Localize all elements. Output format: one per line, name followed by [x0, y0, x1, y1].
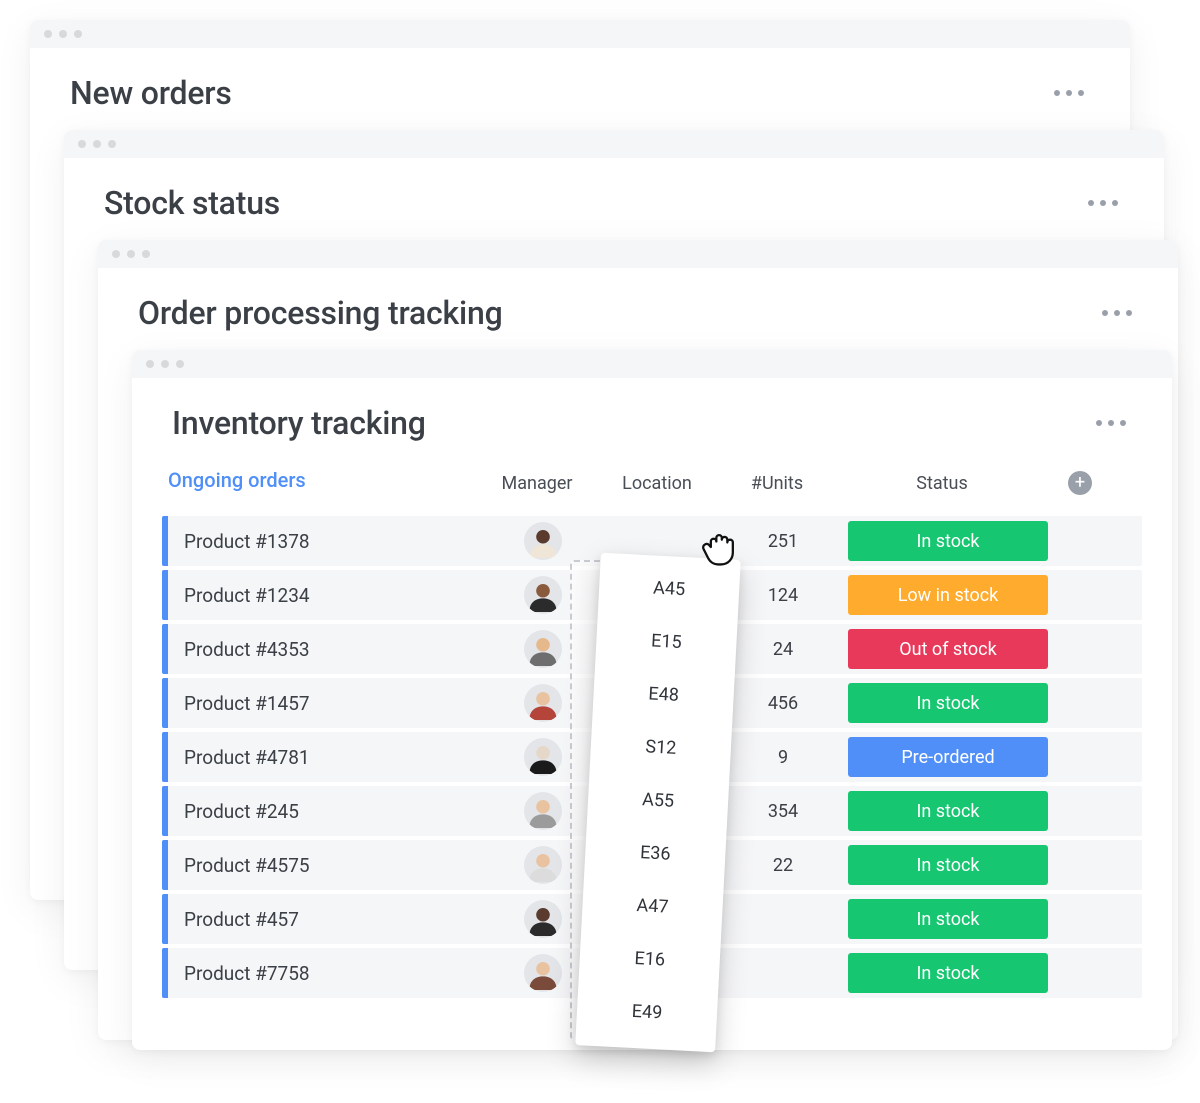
avatar-icon	[524, 576, 562, 614]
traffic-dot	[93, 140, 101, 148]
manager-cell[interactable]	[488, 522, 598, 560]
units-cell: 124	[728, 585, 838, 606]
traffic-dot	[59, 30, 67, 38]
dragging-column-cell: A55	[587, 770, 730, 830]
status-badge: In stock	[848, 899, 1048, 939]
status-cell[interactable]: Low in stock	[838, 575, 1058, 615]
status-cell[interactable]: Pre-ordered	[838, 737, 1058, 777]
status-cell[interactable]: In stock	[838, 521, 1058, 561]
traffic-dot	[78, 140, 86, 148]
traffic-dot	[127, 250, 135, 258]
status-badge: Out of stock	[848, 629, 1048, 669]
product-name-cell: Product #245	[168, 800, 488, 823]
product-name-cell: Product #4575	[168, 854, 488, 877]
product-name-cell: Product #457	[168, 908, 488, 931]
status-cell[interactable]: In stock	[838, 953, 1058, 993]
units-cell: 9	[728, 747, 838, 768]
manager-cell[interactable]	[488, 684, 598, 722]
avatar-icon	[524, 630, 562, 668]
traffic-dot	[142, 250, 150, 258]
product-name-cell: Product #7758	[168, 962, 488, 985]
traffic-dot	[74, 30, 82, 38]
product-name-cell: Product #1234	[168, 584, 488, 607]
avatar-icon	[524, 954, 562, 992]
column-header-manager[interactable]: Manager	[482, 473, 592, 494]
dragging-column-cell: E48	[592, 665, 735, 725]
traffic-dot	[146, 360, 154, 368]
window-titlebar	[98, 240, 1178, 268]
status-cell[interactable]: In stock	[838, 899, 1058, 939]
avatar-icon	[524, 738, 562, 776]
dragging-column-cell: S12	[590, 717, 733, 777]
product-name-cell: Product #1457	[168, 692, 488, 715]
window-title: New orders	[70, 74, 232, 112]
table-header-row: Ongoing orders Manager Location #Units S…	[162, 460, 1142, 516]
window-title: Stock status	[104, 184, 280, 222]
status-badge: In stock	[848, 521, 1048, 561]
manager-cell[interactable]	[488, 792, 598, 830]
status-badge: In stock	[848, 683, 1048, 723]
traffic-dot	[44, 30, 52, 38]
avatar-icon	[524, 522, 562, 560]
status-badge: In stock	[848, 953, 1048, 993]
manager-cell[interactable]	[488, 576, 598, 614]
status-cell[interactable]: In stock	[838, 791, 1058, 831]
window-titlebar	[132, 350, 1172, 378]
status-badge: In stock	[848, 791, 1048, 831]
avatar-icon	[524, 846, 562, 884]
avatar-icon	[524, 900, 562, 938]
status-badge: Pre-ordered	[848, 737, 1048, 777]
status-cell[interactable]: Out of stock	[838, 629, 1058, 669]
status-badge: In stock	[848, 845, 1048, 885]
traffic-dot	[161, 360, 169, 368]
dragging-column-cell: A45	[598, 559, 741, 619]
column-header-units[interactable]: #Units	[722, 473, 832, 494]
manager-cell[interactable]	[488, 738, 598, 776]
section-label[interactable]: Ongoing orders	[162, 460, 312, 506]
more-menu-button[interactable]	[1096, 304, 1138, 322]
units-cell: 456	[728, 693, 838, 714]
status-cell[interactable]: In stock	[838, 845, 1058, 885]
units-cell: 251	[728, 531, 838, 552]
product-name-cell: Product #4353	[168, 638, 488, 661]
window-title: Order processing tracking	[138, 294, 503, 332]
dragging-column-cell: A47	[581, 876, 724, 936]
units-cell: 22	[728, 855, 838, 876]
dragging-column-cell: E15	[595, 612, 738, 672]
more-menu-button[interactable]	[1090, 414, 1132, 432]
column-header-location[interactable]: Location	[592, 473, 722, 494]
traffic-dot	[176, 360, 184, 368]
window-titlebar	[30, 20, 1130, 48]
manager-cell[interactable]	[488, 846, 598, 884]
column-header-status[interactable]: Status	[832, 473, 1052, 494]
traffic-dot	[108, 140, 116, 148]
window-titlebar	[64, 130, 1164, 158]
units-cell: 24	[728, 639, 838, 660]
manager-cell[interactable]	[488, 630, 598, 668]
traffic-dot	[112, 250, 120, 258]
more-menu-button[interactable]	[1082, 194, 1124, 212]
product-name-cell: Product #4781	[168, 746, 488, 769]
dragging-column-cell: E49	[576, 982, 719, 1042]
product-name-cell: Product #1378	[168, 530, 488, 553]
status-cell[interactable]: In stock	[838, 683, 1058, 723]
avatar-icon	[524, 792, 562, 830]
dragging-column-cell: E16	[578, 929, 721, 989]
avatar-icon	[524, 684, 562, 722]
dragging-column-cell: E36	[584, 823, 727, 883]
window-title: Inventory tracking	[172, 404, 426, 442]
units-cell: 354	[728, 801, 838, 822]
status-badge: Low in stock	[848, 575, 1048, 615]
more-menu-button[interactable]	[1048, 84, 1090, 102]
dragging-location-column[interactable]: A45E15E48S12A55E36A47E16E49	[575, 553, 741, 1053]
add-column-button[interactable]: +	[1068, 471, 1092, 495]
